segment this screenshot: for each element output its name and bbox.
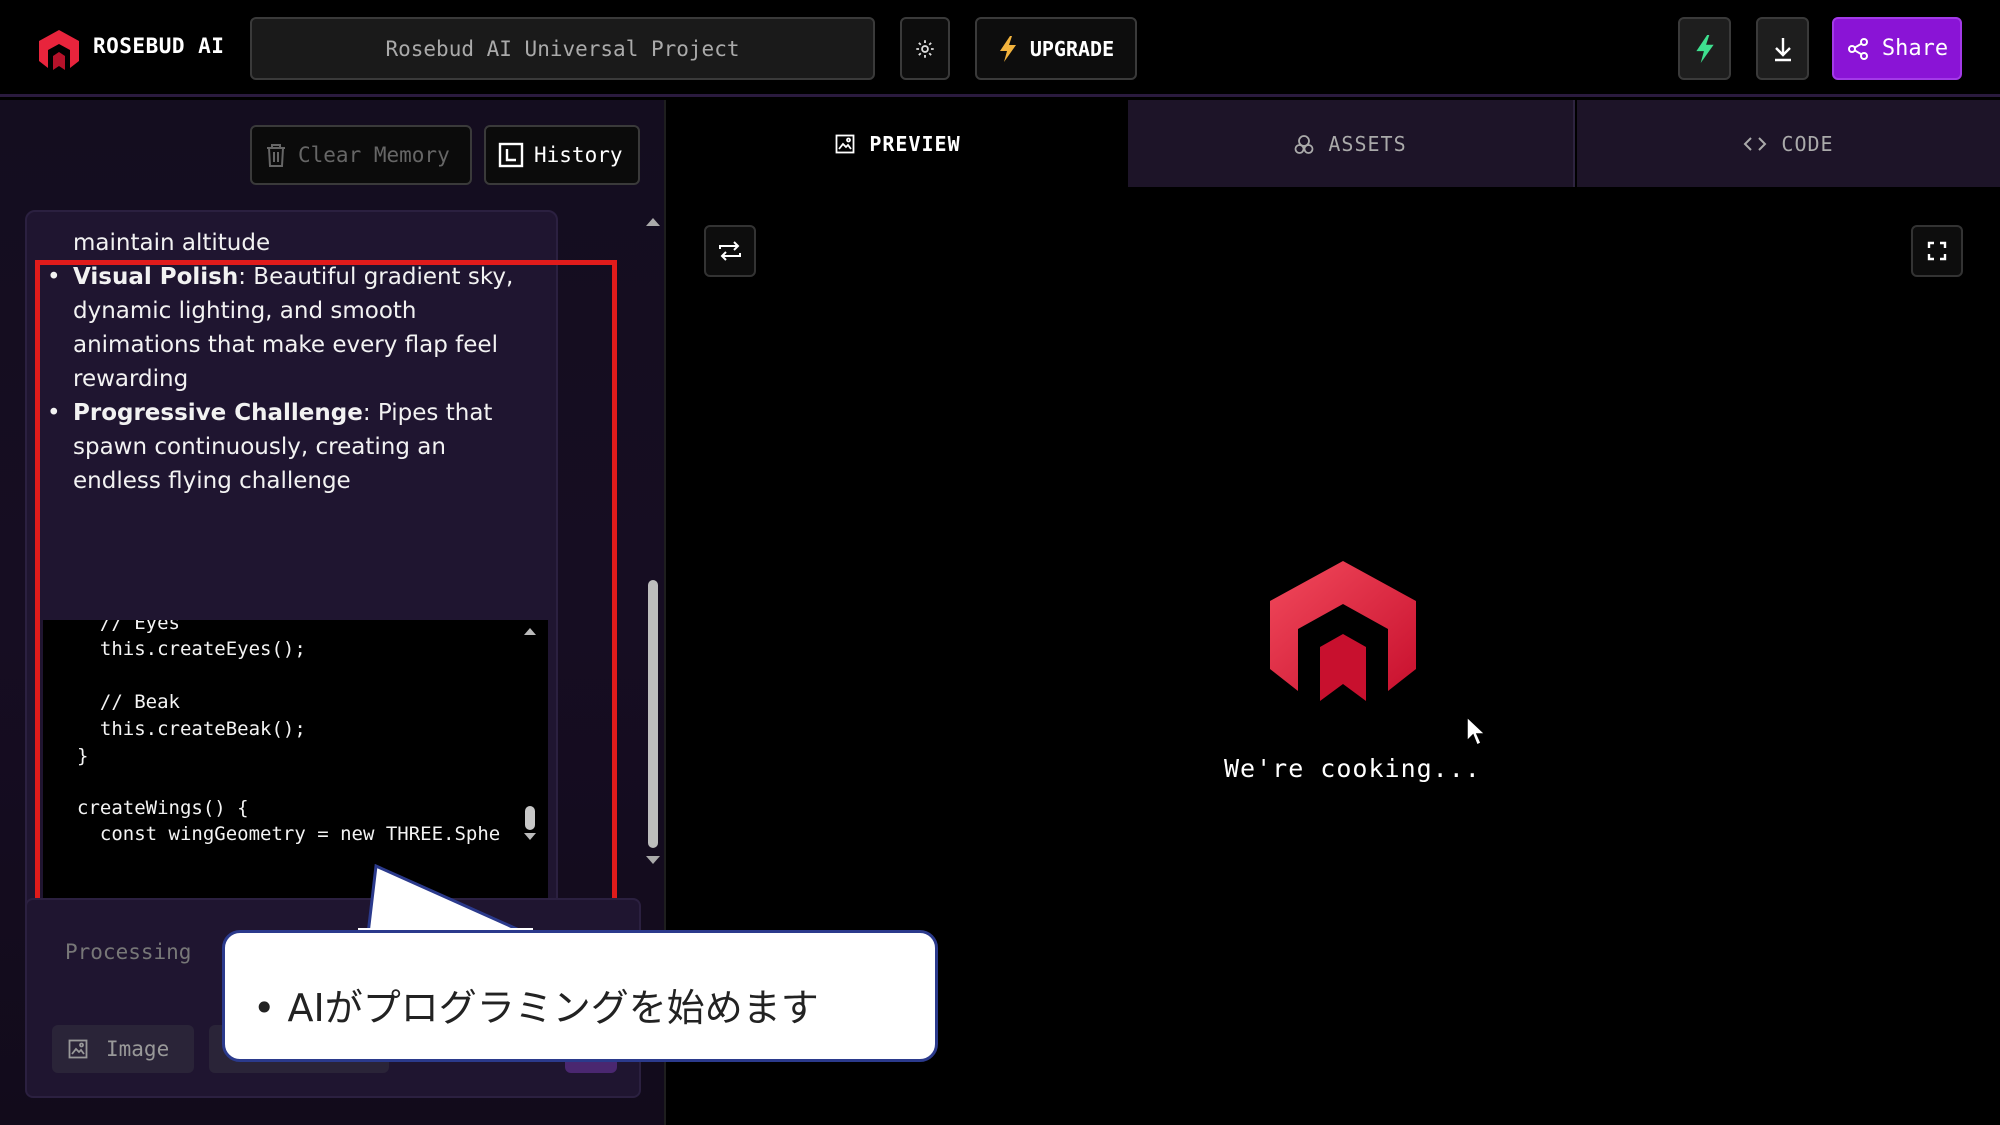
callout-tail (358, 864, 533, 936)
top-bar: ROSEBUD AI Rosebud AI Universal Project … (0, 0, 2000, 97)
swap-layout-button[interactable] (704, 225, 756, 277)
tab-preview[interactable]: PREVIEW (668, 100, 1128, 187)
download-icon (1774, 37, 1791, 61)
download-button[interactable] (1756, 17, 1809, 80)
chat-scroll-up-arrow[interactable] (646, 218, 660, 226)
chat-vertical-scrollbar[interactable] (648, 580, 658, 848)
tab-label: CODE (1781, 131, 1834, 156)
rosebud-logo-icon (1270, 561, 1416, 701)
tab-code[interactable]: CODE (1577, 100, 2000, 187)
project-name-field[interactable]: Rosebud AI Universal Project (250, 17, 875, 80)
mouse-cursor-icon (1466, 715, 1487, 747)
image-icon (68, 1039, 88, 1059)
fullscreen-button[interactable] (1911, 225, 1963, 277)
annotation-callout: • AIがプログラミングを始めます (222, 930, 938, 1062)
view-tabs: PREVIEW ASSETS CODE (668, 100, 2000, 187)
swap-icon (719, 241, 741, 261)
gear-icon (916, 39, 934, 58)
bolt-icon (1695, 34, 1714, 63)
history-icon (498, 142, 524, 168)
history-button[interactable]: History (484, 125, 640, 185)
upgrade-label: UPGRADE (1029, 36, 1115, 61)
image-icon (835, 134, 855, 153)
callout-text: • AIがプログラミングを始めます (253, 986, 819, 1030)
upgrade-button[interactable]: UPGRADE (975, 17, 1137, 80)
share-button[interactable]: Share (1832, 17, 1962, 80)
prompt-input[interactable]: Processing (65, 940, 191, 964)
share-label: Share (1881, 36, 1949, 61)
image-label: Image (106, 1037, 170, 1061)
chat-scroll-down-arrow[interactable] (646, 856, 660, 864)
lightning-icon (999, 35, 1016, 62)
brand-name: ROSEBUD AI (93, 34, 225, 58)
tab-label: PREVIEW (869, 131, 961, 156)
message-line: maintain altitude (73, 230, 271, 256)
share-icon (1847, 37, 1868, 60)
trash-icon (267, 144, 285, 167)
loading-status: We're cooking... (1224, 754, 1481, 783)
image-upload-button[interactable]: Image (52, 1025, 194, 1073)
clear-memory-label: Clear Memory (298, 143, 450, 167)
rosebud-logo-icon[interactable] (36, 28, 82, 72)
quick-action-button[interactable] (1678, 17, 1731, 80)
assets-icon (1294, 134, 1314, 154)
code-icon (1743, 136, 1767, 151)
clear-memory-button[interactable]: Clear Memory (250, 125, 472, 185)
tab-label: ASSETS (1328, 131, 1407, 156)
history-label: History (534, 143, 623, 167)
settings-button[interactable] (900, 17, 950, 80)
fullscreen-icon (1927, 241, 1947, 261)
tab-assets[interactable]: ASSETS (1128, 100, 1575, 187)
